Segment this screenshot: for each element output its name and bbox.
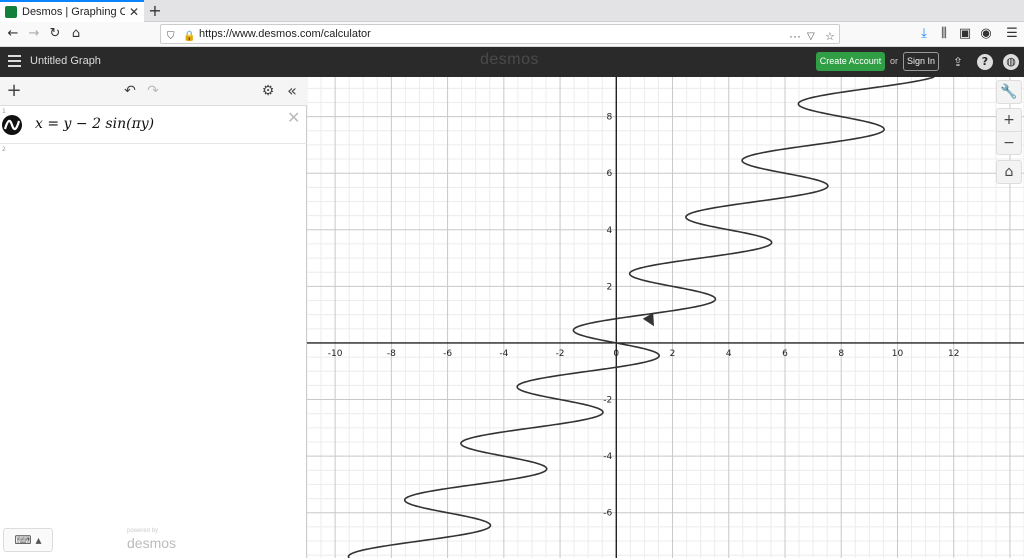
share-icon[interactable]: ⇪: [950, 54, 966, 70]
x-tick-label: 2: [670, 349, 676, 359]
y-tick-label: 2: [607, 282, 613, 292]
x-tick-label: 0: [613, 349, 619, 359]
download-icon[interactable]: ⤓: [914, 25, 934, 43]
desmos-favicon-icon: [5, 6, 17, 18]
keyboard-toggle-button[interactable]: ⌨ ▴: [3, 528, 53, 552]
home-icon[interactable]: ⌂: [66, 25, 86, 43]
new-tab-icon[interactable]: +: [146, 1, 164, 21]
y-tick-label: 6: [607, 169, 613, 179]
zoom-in-icon[interactable]: +: [996, 108, 1022, 132]
x-tick-label: 10: [892, 349, 904, 359]
desmos-header: Untitled Graph desmos Create Account or …: [0, 47, 1024, 77]
expression-panel: + ↶ ↷ ⚙ « 1 x = y − 2 sin(πy) ✕ 2 ⌨ ▴ po…: [0, 77, 307, 558]
graph-paper[interactable]: -10 -8 -6 -4 -2 0 2 4 6 8 10 12 -6 -4 -2 2 4 6 8: [307, 77, 1024, 558]
language-globe-icon[interactable]: ◍: [1003, 54, 1019, 70]
create-account-button[interactable]: Create Account: [816, 52, 885, 71]
sign-in-button[interactable]: Sign In: [903, 52, 939, 71]
delete-expression-icon[interactable]: ✕: [287, 108, 300, 127]
graph-canvas[interactable]: -10 -8 -6 -4 -2 0 2 4 6 8 10 12 -6 -4 -2 2 4 6 8: [307, 77, 1024, 558]
expression-toolbar: + ↶ ↷ ⚙ «: [0, 77, 307, 106]
y-tick-label: 4: [607, 226, 613, 236]
keyboard-icon: ⌨ ▴: [14, 533, 42, 547]
x-tick-label: -6: [443, 349, 452, 359]
x-tick-label: 4: [726, 349, 732, 359]
desmos-logo: desmos: [480, 51, 540, 68]
empty-expression-row[interactable]: 2: [0, 144, 307, 174]
y-tick-label: -6: [603, 509, 612, 519]
browser-tab-bar: Desmos | Graphing Calculat ✕ +: [0, 0, 1024, 22]
lock-icon: 🔒: [183, 31, 196, 42]
x-tick-label: -10: [328, 349, 343, 359]
graph-title[interactable]: Untitled Graph: [30, 55, 101, 67]
shield-icon: ⛉: [167, 31, 175, 42]
undo-icon[interactable]: ↶: [121, 82, 139, 100]
y-tick-label: 8: [607, 113, 613, 123]
collapse-panel-icon[interactable]: «: [283, 82, 301, 100]
tab-title: Desmos | Graphing Calculat: [22, 6, 125, 18]
browser-tab[interactable]: Desmos | Graphing Calculat ✕: [0, 0, 144, 22]
more-icon[interactable]: ···: [789, 27, 801, 45]
x-tick-label: 12: [948, 349, 959, 359]
pocket-icon[interactable]: ▽: [807, 28, 815, 46]
browser-nav-bar: ← → ↻ ⌂ ⛉ 🔒 https://www.desmos.com/calcu…: [0, 22, 1024, 47]
expression-row[interactable]: 1 x = y − 2 sin(πy) ✕: [0, 106, 307, 144]
default-viewport-home-icon[interactable]: ⌂: [996, 160, 1022, 184]
settings-gear-icon[interactable]: ⚙: [259, 82, 277, 100]
hamburger-menu-icon[interactable]: [8, 55, 21, 68]
y-tick-label: -2: [603, 396, 612, 406]
graph-style-icon[interactable]: [2, 115, 22, 135]
redo-icon[interactable]: ↷: [144, 82, 162, 100]
menu-icon[interactable]: ☰: [1002, 25, 1022, 43]
powered-by-text: powered by: [127, 528, 159, 534]
star-icon[interactable]: ☆: [825, 28, 835, 46]
or-text: or: [890, 56, 899, 66]
account-icon[interactable]: ◉: [976, 25, 996, 43]
url-bar[interactable]: ⛉ 🔒 https://www.desmos.com/calculator ··…: [160, 24, 840, 44]
axes: [307, 77, 1024, 558]
x-tick-label: -2: [556, 349, 565, 359]
back-icon[interactable]: ←: [3, 25, 23, 43]
help-icon[interactable]: ?: [977, 54, 993, 70]
x-tick-label: -4: [499, 349, 508, 359]
x-tick-label: -8: [387, 349, 396, 359]
expression-math[interactable]: x = y − 2 sin(πy): [35, 116, 154, 132]
y-tick-label: -4: [603, 452, 612, 462]
library-icon[interactable]: ⫼: [934, 25, 954, 43]
x-tick-label: 8: [838, 349, 844, 359]
zoom-out-icon[interactable]: −: [996, 131, 1022, 155]
close-tab-icon[interactable]: ✕: [129, 5, 139, 19]
major-gridlines: [307, 77, 1024, 558]
forward-icon[interactable]: →: [24, 25, 44, 43]
expression-index: 1: [2, 108, 6, 115]
minor-gridlines: [307, 77, 1024, 558]
url-text: https://www.desmos.com/calculator: [199, 28, 371, 40]
expression-index: 2: [2, 146, 6, 153]
graph-settings-wrench-icon[interactable]: 🔧: [996, 80, 1022, 104]
powered-by-desmos-logo: desmos: [127, 535, 177, 551]
sidebar-icon[interactable]: ▣: [955, 25, 975, 43]
curve-plot[interactable]: [347, 77, 935, 558]
reload-icon[interactable]: ↻: [45, 25, 65, 43]
x-tick-label: 6: [782, 349, 788, 359]
add-item-icon[interactable]: +: [5, 82, 23, 100]
